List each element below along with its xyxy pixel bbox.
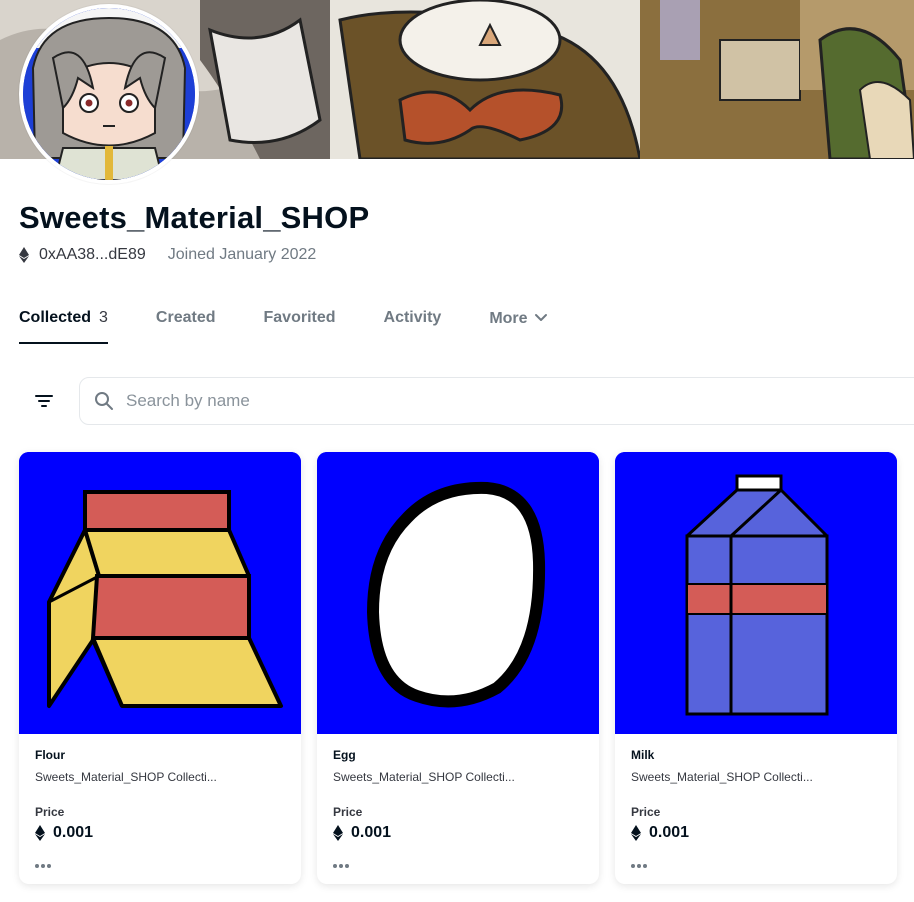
item-card-egg[interactable]: Egg Sweets_Material_SHOP Collecti... Pri…	[317, 452, 599, 884]
item-image	[19, 452, 301, 734]
more-options-icon[interactable]	[631, 860, 655, 872]
item-collection[interactable]: Sweets_Material_SHOP Collecti...	[35, 770, 285, 784]
item-info: Egg Sweets_Material_SHOP Collecti... Pri…	[317, 734, 599, 872]
ethereum-icon	[19, 247, 29, 263]
tab-collected[interactable]: Collected 3	[19, 296, 108, 344]
profile-meta: 0xAA38...dE89 Joined January 2022	[19, 246, 316, 264]
tab-collected-label: Collected	[19, 309, 92, 326]
filter-icon	[35, 395, 53, 407]
tab-collected-count: 3	[99, 309, 108, 326]
tab-more-label: More	[489, 310, 528, 327]
ethereum-icon	[333, 825, 343, 841]
search-icon	[95, 392, 113, 410]
search-box	[79, 377, 914, 425]
item-price-value: 0.001	[351, 824, 392, 841]
price-label: Price	[631, 805, 661, 819]
item-info: Flour Sweets_Material_SHOP Collecti... P…	[19, 734, 301, 872]
search-input[interactable]	[126, 391, 726, 411]
item-info: Milk Sweets_Material_SHOP Collecti... Pr…	[615, 734, 897, 872]
joined-date: Joined January 2022	[167, 246, 317, 263]
tab-activity-label: Activity	[383, 309, 442, 326]
character-avatar-icon	[23, 8, 195, 180]
more-options-icon[interactable]	[333, 860, 357, 872]
item-price: 0.001	[333, 824, 583, 842]
flour-bag-icon	[19, 452, 301, 734]
item-price: 0.001	[631, 824, 881, 842]
item-name[interactable]: Egg	[333, 748, 583, 762]
tab-activity[interactable]: Activity	[384, 296, 442, 344]
price-label: Price	[333, 805, 363, 819]
avatar[interactable]	[19, 4, 199, 184]
tab-favorited[interactable]: Favorited	[264, 296, 336, 344]
filter-button[interactable]	[23, 380, 65, 422]
item-price-value: 0.001	[649, 824, 690, 841]
ethereum-icon	[35, 825, 45, 841]
tab-created[interactable]: Created	[156, 296, 216, 344]
price-label: Price	[35, 805, 65, 819]
profile-name: Sweets_Material_SHOP	[19, 200, 370, 235]
chevron-down-icon	[534, 314, 547, 321]
egg-icon	[317, 452, 599, 734]
milk-carton-icon	[615, 452, 897, 734]
item-price: 0.001	[35, 824, 285, 842]
avatar-image	[23, 8, 195, 180]
profile-tabs: Collected 3 Created Favorited Activity M…	[19, 296, 596, 344]
item-collection[interactable]: Sweets_Material_SHOP Collecti...	[631, 770, 881, 784]
item-card-milk[interactable]: Milk Sweets_Material_SHOP Collecti... Pr…	[615, 452, 897, 884]
item-price-value: 0.001	[53, 824, 94, 841]
ethereum-icon	[631, 825, 641, 841]
tab-created-label: Created	[155, 309, 216, 326]
item-card-flour[interactable]: Flour Sweets_Material_SHOP Collecti... P…	[19, 452, 301, 884]
tab-favorited-label: Favorited	[263, 309, 336, 326]
item-image	[615, 452, 897, 734]
tab-more[interactable]: More	[489, 296, 547, 344]
item-name[interactable]: Flour	[35, 748, 285, 762]
wallet-address[interactable]: 0xAA38...dE89	[39, 246, 146, 264]
more-options-icon[interactable]	[35, 860, 59, 872]
item-image	[317, 452, 599, 734]
item-collection[interactable]: Sweets_Material_SHOP Collecti...	[333, 770, 583, 784]
item-name[interactable]: Milk	[631, 748, 881, 762]
